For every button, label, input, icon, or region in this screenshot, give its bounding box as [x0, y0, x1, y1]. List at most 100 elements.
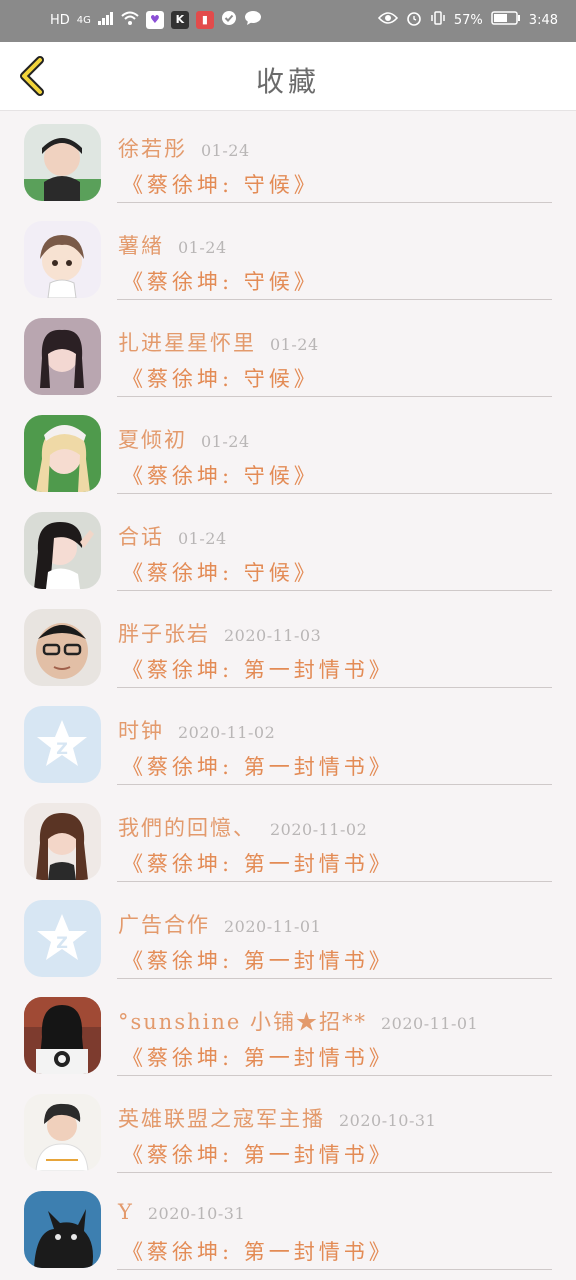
name-line: 胖子张岩 2020-11-03 — [118, 618, 321, 648]
avatar[interactable] — [24, 609, 101, 686]
username: °sunshine 小铺★招** — [118, 1010, 367, 1034]
k-app-icon: K — [170, 11, 189, 29]
favorite-item[interactable]: 胖子张岩 2020-11-03 《蔡徐坤: 第一封情书》 — [0, 596, 576, 693]
avatar[interactable] — [24, 124, 101, 201]
date: 2020-11-01 — [224, 917, 322, 936]
divider — [117, 1075, 552, 1076]
clock-time: 3:48 — [528, 12, 558, 28]
song-title: 《蔡徐坤: 第一封情书》 — [122, 755, 394, 779]
network-type: 4G — [76, 14, 91, 26]
song-title: 《蔡徐坤: 第一封情书》 — [122, 1046, 394, 1070]
book-app-icon: ▮ — [195, 11, 214, 29]
avatar[interactable] — [24, 318, 101, 395]
chat-bubble-icon — [244, 10, 262, 30]
username: Y — [118, 1200, 134, 1224]
top-app-bar: 收藏 — [0, 42, 576, 111]
song-title: 《蔡徐坤: 守候》 — [122, 270, 319, 294]
name-line: 英雄联盟之寇军主播 2020-10-31 — [118, 1103, 436, 1133]
name-line: 薯緖 01-24 — [118, 230, 227, 260]
date: 01-24 — [270, 335, 319, 354]
username: 广告合作 — [118, 913, 210, 937]
avatar[interactable] — [24, 221, 101, 298]
name-line: Y 2020-10-31 — [118, 1200, 245, 1224]
favorite-item[interactable]: 我們的回憶、 2020-11-02 《蔡徐坤: 第一封情书》 — [0, 790, 576, 887]
name-line: 徐若彤 01-24 — [118, 133, 250, 163]
avatar[interactable] — [24, 512, 101, 589]
divider — [117, 881, 552, 882]
svg-text:Z: Z — [56, 739, 68, 758]
avatar[interactable] — [24, 1094, 101, 1171]
name-line: 广告合作 2020-11-01 — [118, 909, 321, 939]
favorite-item[interactable]: 薯緖 01-24 《蔡徐坤: 守候》 — [0, 208, 576, 305]
favorite-item[interactable]: 徐若彤 01-24 《蔡徐坤: 守候》 — [0, 111, 576, 208]
status-bar-right: 57% 3:48 — [377, 10, 558, 30]
favorite-item[interactable]: Z 广告合作 2020-11-01 《蔡徐坤: 第一封情书》 — [0, 887, 576, 984]
song-title: 《蔡徐坤: 守候》 — [122, 367, 319, 391]
divider — [117, 1269, 552, 1270]
favorite-item[interactable]: Y 2020-10-31 《蔡徐坤: 第一封情书》 — [0, 1178, 576, 1275]
divider — [117, 396, 552, 397]
favorite-item[interactable]: Z 时钟 2020-11-02 《蔡徐坤: 第一封情书》 — [0, 693, 576, 790]
song-title: 《蔡徐坤: 守候》 — [122, 464, 319, 488]
favorite-item[interactable]: 英雄联盟之寇军主播 2020-10-31 《蔡徐坤: 第一封情书》 — [0, 1081, 576, 1178]
date: 2020-11-01 — [380, 1014, 479, 1033]
username: 扎进星星怀里 — [118, 331, 256, 355]
divider — [117, 687, 552, 688]
username: 胖子张岩 — [118, 622, 210, 646]
favorite-item[interactable]: 扎进星星怀里 01-24 《蔡徐坤: 守候》 — [0, 305, 576, 402]
date: 2020-11-02 — [270, 820, 368, 839]
username: 徐若彤 — [118, 137, 187, 161]
song-title: 《蔡徐坤: 第一封情书》 — [122, 1240, 394, 1264]
name-line: 扎进星星怀里 01-24 — [118, 327, 319, 357]
username: 英雄联盟之寇军主播 — [118, 1107, 325, 1131]
status-bar: HD 4G ♥ K ▮ 57% 3:48 — [0, 0, 576, 42]
favorite-item[interactable]: 合话 01-24 《蔡徐坤: 守候》 — [0, 499, 576, 596]
name-line: 我們的回憶、 2020-11-02 — [118, 812, 367, 842]
divider — [117, 299, 552, 300]
wifi-icon — [121, 11, 139, 29]
avatar[interactable]: Z — [24, 900, 101, 977]
heart-app-icon: ♥ — [145, 11, 164, 29]
username: 我們的回憶、 — [118, 816, 256, 840]
date: 01-24 — [178, 238, 227, 257]
song-title: 《蔡徐坤: 第一封情书》 — [122, 949, 394, 973]
shield-check-icon — [221, 10, 237, 30]
date: 01-24 — [201, 141, 250, 160]
name-line: 合话 01-24 — [118, 521, 227, 551]
alarm-icon — [406, 10, 422, 30]
page-title: 收藏 — [255, 65, 320, 98]
avatar[interactable] — [24, 997, 101, 1074]
battery-icon — [491, 11, 521, 29]
date: 01-24 — [178, 529, 227, 548]
hd-indicator: HD — [50, 12, 70, 28]
vibrate-icon — [430, 10, 446, 30]
favorite-item[interactable]: 夏倾初 01-24 《蔡徐坤: 守候》 — [0, 402, 576, 499]
avatar[interactable] — [24, 803, 101, 880]
song-title: 《蔡徐坤: 第一封情书》 — [122, 1143, 394, 1167]
song-title: 《蔡徐坤: 第一封情书》 — [122, 658, 394, 682]
date: 01-24 — [201, 432, 250, 451]
avatar[interactable] — [24, 415, 101, 492]
signal-icon — [97, 11, 114, 29]
username: 夏倾初 — [118, 428, 187, 452]
name-line: 夏倾初 01-24 — [118, 424, 250, 454]
avatar[interactable]: Z — [24, 706, 101, 783]
favorite-item[interactable]: °sunshine 小铺★招** 2020-11-01 《蔡徐坤: 第一封情书》 — [0, 984, 576, 1081]
status-bar-left: HD 4G ♥ K ▮ — [50, 10, 262, 30]
favorites-list: 徐若彤 01-24 《蔡徐坤: 守候》 薯緖 01-24 《蔡徐坤: 守候》 扎进星… — [0, 111, 576, 1275]
name-line: 时钟 2020-11-02 — [118, 715, 275, 745]
song-title: 《蔡徐坤: 第一封情书》 — [122, 852, 394, 876]
divider — [117, 493, 552, 494]
battery-percent: 57% — [453, 12, 483, 28]
divider — [117, 784, 552, 785]
song-title: 《蔡徐坤: 守候》 — [122, 173, 319, 197]
divider — [117, 978, 552, 979]
name-line: °sunshine 小铺★招** 2020-11-01 — [118, 1006, 478, 1036]
username: 薯緖 — [118, 234, 164, 258]
eye-icon — [377, 11, 398, 29]
song-title: 《蔡徐坤: 守候》 — [122, 561, 319, 585]
date: 2020-10-31 — [339, 1111, 437, 1130]
username: 时钟 — [118, 719, 164, 743]
divider — [117, 202, 552, 203]
avatar[interactable] — [24, 1191, 101, 1268]
